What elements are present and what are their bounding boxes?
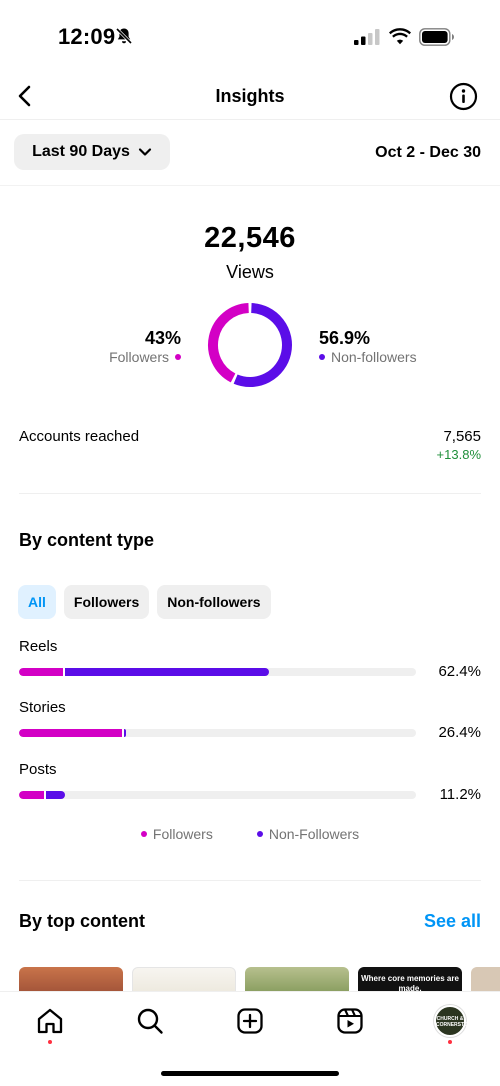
legend-non-followers: Non-Followers (256, 826, 360, 842)
views-label: Views (226, 262, 274, 282)
non-followers-dot (256, 831, 263, 837)
tab-profile-avatar[interactable]: CHURCH & CORNERSTONE (434, 1005, 475, 1037)
posts-non-followers-segment (45, 791, 66, 799)
non-followers-legend-label: Non-followers (331, 349, 417, 365)
filter-row: Last 90 Days Oct 2 - Dec 30 (0, 120, 500, 186)
reels-followers-segment (19, 668, 63, 676)
tab-reels[interactable] (335, 1006, 365, 1036)
views-total: 22,546 (204, 222, 296, 254)
tab-home[interactable] (35, 1006, 65, 1036)
posts-label: Posts (19, 761, 57, 778)
followers-percent: 43% (144, 328, 181, 348)
posts-percent: 11.2% (439, 786, 481, 803)
cellular-signal-icon (354, 29, 380, 45)
legend-followers-label: Followers (152, 826, 213, 842)
stories-non-followers-segment (124, 729, 126, 737)
tab-create[interactable] (235, 1006, 265, 1036)
followers-dot (140, 831, 147, 837)
date-range-dropdown-label: Last 90 Days (32, 143, 130, 160)
tab-search[interactable] (135, 1006, 165, 1036)
legend-non-followers-label: Non-Followers (268, 826, 360, 842)
accounts-reached-value: 7,565 (443, 428, 481, 445)
chip-followers[interactable]: Followers (63, 585, 150, 619)
stories-percent: 26.4% (438, 724, 481, 741)
followers-dot (175, 354, 181, 360)
chip-non-followers[interactable]: Non-followers (157, 585, 271, 619)
reels-bar (19, 668, 416, 676)
chevron-down-icon (138, 148, 152, 156)
non-followers-dot (319, 354, 325, 360)
content-type-title: By content type (19, 530, 155, 550)
donut-non-followers-slice (233, 303, 292, 387)
status-time: 12:09 (58, 24, 116, 49)
stories-label: Stories (19, 699, 66, 716)
non-followers-percent: 56.9% (319, 328, 371, 348)
content-type-filter-chips: All Followers Non-followers (18, 585, 271, 619)
stories-followers-segment (19, 729, 123, 737)
thumbnail-caption: Where core memories are made. (361, 974, 459, 991)
content-thumbnail[interactable] (19, 967, 123, 991)
content-type-legend: Followers Non-Followers (0, 826, 500, 842)
see-all-link[interactable]: See all (424, 911, 481, 932)
battery-icon (419, 28, 454, 46)
posts-followers-segment (19, 791, 44, 799)
followers-legend: Followers (109, 349, 181, 365)
divider (19, 880, 481, 881)
create-plus-icon (237, 1008, 263, 1034)
donut-followers-slice (208, 303, 250, 383)
date-range-dropdown[interactable]: Last 90 Days (14, 134, 170, 170)
home-notification-dot (48, 1040, 52, 1044)
content-thumbnail[interactable]: Where core memories are made. (358, 967, 462, 991)
reels-percent: 62.4% (438, 663, 481, 680)
accounts-reached-label: Accounts reached (19, 428, 140, 445)
views-donut-chart (208, 303, 292, 387)
stories-bar (19, 729, 416, 737)
top-content-thumbnails: Where core memories are made. (19, 967, 500, 991)
home-indicator (161, 1071, 339, 1076)
header: Insights (0, 72, 500, 120)
wifi-icon (389, 28, 411, 45)
content-thumbnail[interactable] (471, 967, 500, 991)
status-bar: 12:09 (0, 0, 500, 72)
profile-notification-dot (448, 1040, 452, 1044)
accounts-reached-change: +13.8% (436, 447, 481, 462)
content-thumbnail[interactable] (245, 967, 349, 991)
reels-icon (337, 1008, 363, 1034)
reels-non-followers-segment (64, 668, 269, 676)
posts-bar (19, 791, 416, 799)
reels-label: Reels (19, 638, 58, 655)
chip-all[interactable]: All (18, 585, 56, 619)
home-icon (37, 1008, 63, 1034)
date-range-text: Oct 2 - Dec 30 (375, 144, 481, 161)
search-icon (137, 1008, 163, 1034)
top-content-title: By top content (19, 911, 145, 931)
followers-legend-label: Followers (109, 349, 169, 365)
legend-followers: Followers (140, 826, 213, 842)
non-followers-legend: Non-followers (319, 349, 417, 365)
page-title: Insights (215, 86, 285, 106)
divider (19, 493, 481, 494)
avatar-text: CHURCH & CORNERSTONE (436, 1016, 475, 1028)
content-thumbnail[interactable] (132, 967, 236, 991)
bell-slash-icon (115, 27, 133, 45)
info-circle-icon[interactable] (449, 82, 478, 111)
